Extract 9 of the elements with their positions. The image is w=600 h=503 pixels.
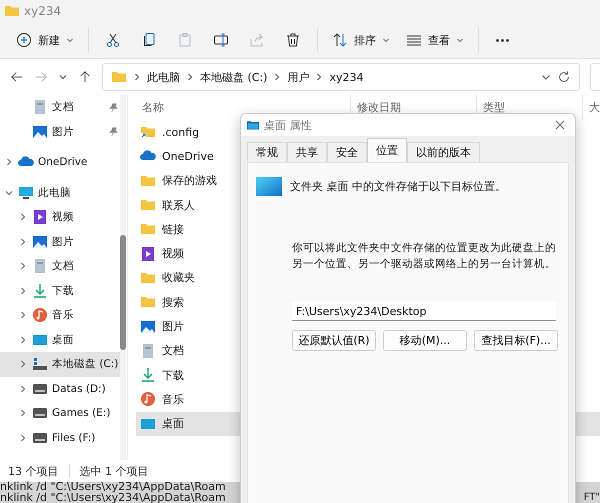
dialog-title: 桌面 属性 [264, 118, 312, 132]
item-count: 13 个项目 [8, 464, 58, 478]
window-title: xy234 [24, 4, 62, 18]
location-description: 你可以将此文件夹中文件存储的位置更改为此硬盘上的另一个位置、另一个驱动器或网络上的另一台计算机。 [292, 241, 557, 272]
terminal-line: nklink /d "C:\Users\xy234\AppData\Roam [0, 492, 226, 503]
terminal-line: FT" [584, 493, 600, 503]
selection-count: 选中 1 个项目 [80, 464, 148, 478]
terminal-line: nklink /d "C:\Users\xy234\AppData\Roam [0, 482, 226, 492]
location-intro: 文件夹 桌面 中的文件存储于以下目标位置。 [290, 179, 506, 194]
